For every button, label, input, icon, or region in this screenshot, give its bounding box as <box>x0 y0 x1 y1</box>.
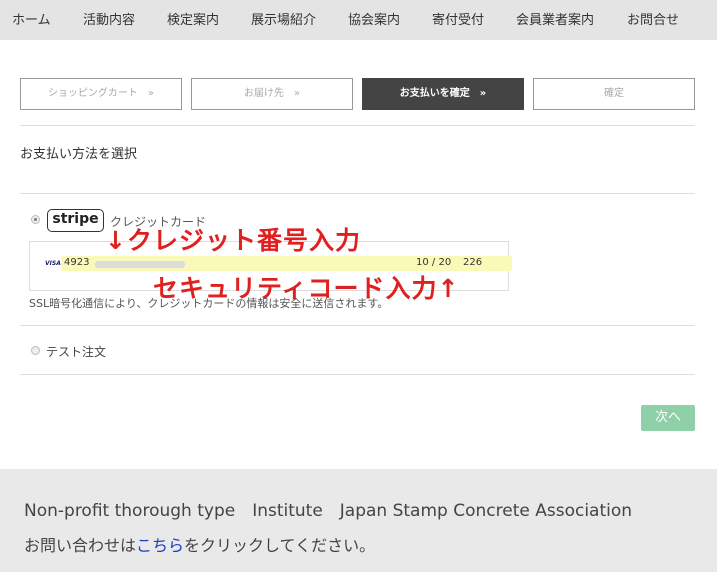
checkout-steps: ショッピングカート » お届け先 » お支払いを確定 » 確定 <box>20 78 695 110</box>
radio-test-order[interactable] <box>31 346 40 355</box>
nav-item-exam-info[interactable]: 検定案内 <box>167 9 219 28</box>
footer-contact-link[interactable]: こちら <box>136 536 184 555</box>
step-shopping-cart[interactable]: ショッピングカート » <box>20 78 182 110</box>
divider <box>20 325 695 326</box>
footer-organization: Non-profit thorough type Institute Japan… <box>24 501 633 521</box>
nav-item-members[interactable]: 会員業者案内 <box>516 9 594 28</box>
section-title: お支払い方法を選択 <box>20 147 138 162</box>
radio-credit-card[interactable] <box>31 215 40 224</box>
top-navigation: ホーム 活動内容 検定案内 展示場紹介 協会案内 寄付受付 会員業者案内 お問合… <box>0 0 717 40</box>
nav-item-showroom[interactable]: 展示場紹介 <box>251 9 316 28</box>
step-confirm-payment: お支払いを確定 » <box>362 78 524 110</box>
cvc-input[interactable]: 226 <box>463 257 482 268</box>
card-number-input[interactable]: 4923 <box>64 257 89 268</box>
step-delivery[interactable]: お届け先 » <box>191 78 353 110</box>
nav-item-home[interactable]: ホーム <box>12 9 51 28</box>
step-complete: 確定 <box>533 78 695 110</box>
test-order-label: テスト注文 <box>46 345 107 359</box>
expiry-input[interactable]: 10 / 20 <box>416 257 451 268</box>
footer-contact: お問い合わせはこちらをクリックしてください。 <box>24 532 375 556</box>
nav-item-association[interactable]: 協会案内 <box>348 9 400 28</box>
divider <box>20 193 695 194</box>
footer-contact-prefix: お問い合わせは <box>24 536 137 555</box>
footer-contact-suffix: をクリックしてください。 <box>184 536 376 555</box>
card-number-masked <box>95 261 185 268</box>
divider <box>20 125 695 126</box>
stripe-logo: stripe <box>47 209 104 232</box>
footer: Non-profit thorough type Institute Japan… <box>0 469 717 572</box>
nav-item-contact[interactable]: お問合せ <box>627 9 679 28</box>
ssl-note: SSL暗号化通信により、クレジットカードの情報は安全に送信されます。 <box>29 297 389 310</box>
next-button[interactable]: 次へ <box>641 405 695 431</box>
nav-item-donation[interactable]: 寄付受付 <box>432 9 484 28</box>
annotation-card-number: ↓クレジット番号入力 <box>105 226 361 255</box>
visa-icon: VISA <box>45 260 61 267</box>
nav-item-activities[interactable]: 活動内容 <box>83 9 135 28</box>
divider <box>20 374 695 375</box>
